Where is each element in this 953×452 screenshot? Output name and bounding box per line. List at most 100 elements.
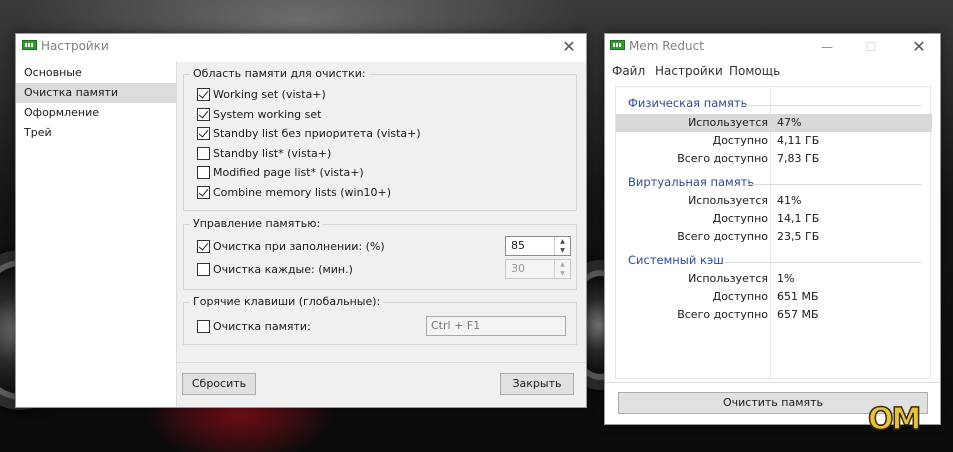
settings-titlebar[interactable]: Настройки ✕ bbox=[16, 34, 586, 62]
stat-value: 41% bbox=[777, 194, 802, 207]
settings-content: Область памяти для очистки: Working set … bbox=[177, 62, 586, 407]
option-modified-page-list[interactable]: Modified page list* (vista+) bbox=[197, 165, 497, 181]
checkbox[interactable] bbox=[197, 127, 210, 140]
list-item[interactable]: Доступно 4,11 ГБ bbox=[616, 132, 932, 150]
menu-file[interactable]: Файл bbox=[612, 64, 645, 78]
stat-value: 4,11 ГБ bbox=[777, 134, 820, 147]
memreduct-title: Mem Reduct bbox=[629, 39, 704, 53]
checkbox[interactable] bbox=[197, 147, 210, 160]
stepper-arrows[interactable]: ▲ ▼ bbox=[554, 260, 570, 278]
option-standby-list[interactable]: Standby list* (vista+) bbox=[197, 146, 497, 162]
list-item[interactable]: Доступно 14,1 ГБ bbox=[616, 210, 932, 228]
close-button[interactable]: Закрыть bbox=[500, 373, 574, 395]
stat-label: Всего доступно bbox=[677, 152, 768, 165]
stepper-arrows[interactable]: ▲ ▼ bbox=[554, 237, 570, 255]
stat-label: Доступно bbox=[712, 212, 768, 225]
list-item[interactable]: Всего доступно 23,5 ГБ bbox=[616, 228, 932, 246]
option-label: System working set bbox=[213, 108, 322, 121]
list-item[interactable]: Используется 41% bbox=[616, 192, 932, 210]
list-item[interactable]: Используется 47% bbox=[616, 114, 932, 132]
option-clean-on-fill[interactable]: Очистка при заполнении: (%) bbox=[197, 239, 447, 255]
footer-divider bbox=[605, 382, 940, 383]
close-icon[interactable]: ✕ bbox=[554, 34, 584, 62]
checkbox[interactable] bbox=[197, 88, 210, 101]
settings-nav: Основные Очистка памяти Оформление Трей bbox=[16, 62, 177, 407]
memory-stats-list: Физическая память Используется 47% Досту… bbox=[615, 86, 932, 379]
memreduct-window: Mem Reduct — ☐ ✕ Файл Настройки Помощь Ф… bbox=[604, 33, 941, 425]
stat-label: Всего доступно bbox=[677, 230, 768, 243]
option-standby-no-priority[interactable]: Standby list без приоритета (vista+) bbox=[197, 126, 497, 142]
checkbox[interactable] bbox=[197, 263, 210, 276]
interval-minutes-stepper[interactable]: 30 ▲ ▼ bbox=[505, 259, 571, 279]
stat-value: 657 МБ bbox=[777, 308, 819, 321]
section-virtual-title: Виртуальная память bbox=[628, 175, 755, 189]
nav-item-appearance[interactable]: Оформление bbox=[16, 103, 177, 123]
option-hotkey-clean[interactable]: Очистка памяти: bbox=[197, 319, 397, 335]
app-icon bbox=[22, 40, 37, 50]
option-system-working-set[interactable]: System working set bbox=[197, 107, 497, 123]
option-working-set[interactable]: Working set (vista+) bbox=[197, 87, 497, 103]
stat-value: 7,83 ГБ bbox=[777, 152, 820, 165]
stat-label: Используется bbox=[688, 272, 768, 285]
stat-label: Используется bbox=[688, 116, 768, 129]
minimize-icon[interactable]: — bbox=[812, 34, 842, 62]
memory-regions-title: Область памяти для очистки: bbox=[190, 67, 369, 80]
chevron-up-icon[interactable]: ▲ bbox=[555, 260, 570, 269]
chevron-down-icon[interactable]: ▼ bbox=[555, 246, 570, 255]
settings-window: Настройки ✕ Основные Очистка памяти Офор… bbox=[15, 33, 587, 408]
memory-management-title: Управление памятью: bbox=[190, 217, 324, 230]
option-label: Очистка каждые: (мин.) bbox=[213, 263, 353, 276]
stat-label: Доступно bbox=[712, 290, 768, 303]
list-item[interactable]: Всего доступно 657 МБ bbox=[616, 306, 932, 324]
section-divider bbox=[740, 105, 922, 106]
chevron-up-icon[interactable]: ▲ bbox=[555, 237, 570, 246]
checkbox[interactable] bbox=[197, 108, 210, 121]
option-label: Standby list* (vista+) bbox=[213, 147, 332, 160]
stat-label: Всего доступно bbox=[677, 308, 768, 321]
option-label: Modified page list* (vista+) bbox=[213, 166, 364, 179]
menu-help[interactable]: Помощь bbox=[729, 64, 780, 78]
checkbox[interactable] bbox=[197, 320, 210, 333]
list-item[interactable]: Используется 1% bbox=[616, 270, 932, 288]
option-label: Очистка памяти: bbox=[213, 320, 311, 333]
option-label: Combine memory lists (win10+) bbox=[213, 186, 392, 199]
chevron-down-icon[interactable]: ▼ bbox=[555, 269, 570, 278]
section-cache-title: Системный кэш bbox=[628, 253, 724, 267]
hotkey-field[interactable]: Ctrl + F1 bbox=[426, 316, 566, 336]
section-physical-title: Физическая память bbox=[628, 96, 748, 110]
maximize-icon[interactable]: ☐ bbox=[856, 34, 886, 62]
stat-label: Доступно bbox=[712, 134, 768, 147]
section-divider bbox=[748, 184, 922, 185]
stat-value: 47% bbox=[777, 116, 802, 129]
menu-bar: Файл Настройки Помощь bbox=[605, 62, 940, 82]
stat-value: 23,5 ГБ bbox=[777, 230, 820, 243]
checkbox[interactable] bbox=[197, 166, 210, 179]
option-label: Standby list без приоритета (vista+) bbox=[213, 127, 421, 140]
menu-settings[interactable]: Настройки bbox=[655, 64, 723, 78]
checkbox[interactable] bbox=[197, 186, 210, 199]
memory-management-group: Управление памятью: Очистка при заполнен… bbox=[183, 217, 577, 290]
watermark-logo: OM bbox=[867, 401, 922, 438]
checkbox[interactable] bbox=[197, 240, 210, 253]
option-combine-memory-lists[interactable]: Combine memory lists (win10+) bbox=[197, 185, 497, 201]
close-icon[interactable]: ✕ bbox=[904, 34, 934, 62]
app-icon bbox=[610, 40, 625, 50]
memreduct-titlebar[interactable]: Mem Reduct — ☐ ✕ bbox=[605, 34, 940, 62]
stat-label: Используется bbox=[688, 194, 768, 207]
settings-title: Настройки bbox=[41, 39, 109, 53]
reset-button[interactable]: Сбросить bbox=[182, 373, 256, 395]
stat-value: 14,1 ГБ bbox=[777, 212, 820, 225]
footer-divider bbox=[177, 362, 586, 363]
fill-percent-stepper[interactable]: 85 ▲ ▼ bbox=[505, 236, 571, 256]
nav-item-memory-cleaning[interactable]: Очистка памяти bbox=[16, 83, 177, 103]
list-item[interactable]: Всего доступно 7,83 ГБ bbox=[616, 150, 932, 168]
option-label: Очистка при заполнении: (%) bbox=[213, 240, 385, 253]
stat-value: 651 МБ bbox=[777, 290, 819, 303]
stepper-value: 30 bbox=[511, 262, 525, 275]
nav-item-general[interactable]: Основные bbox=[16, 63, 177, 83]
nav-item-tray[interactable]: Трей bbox=[16, 123, 177, 143]
option-clean-every[interactable]: Очистка каждые: (мин.) bbox=[197, 262, 447, 278]
list-item[interactable]: Доступно 651 МБ bbox=[616, 288, 932, 306]
hotkeys-title: Горячие клавиши (глобальные): bbox=[190, 295, 384, 308]
stepper-value: 85 bbox=[511, 239, 525, 252]
